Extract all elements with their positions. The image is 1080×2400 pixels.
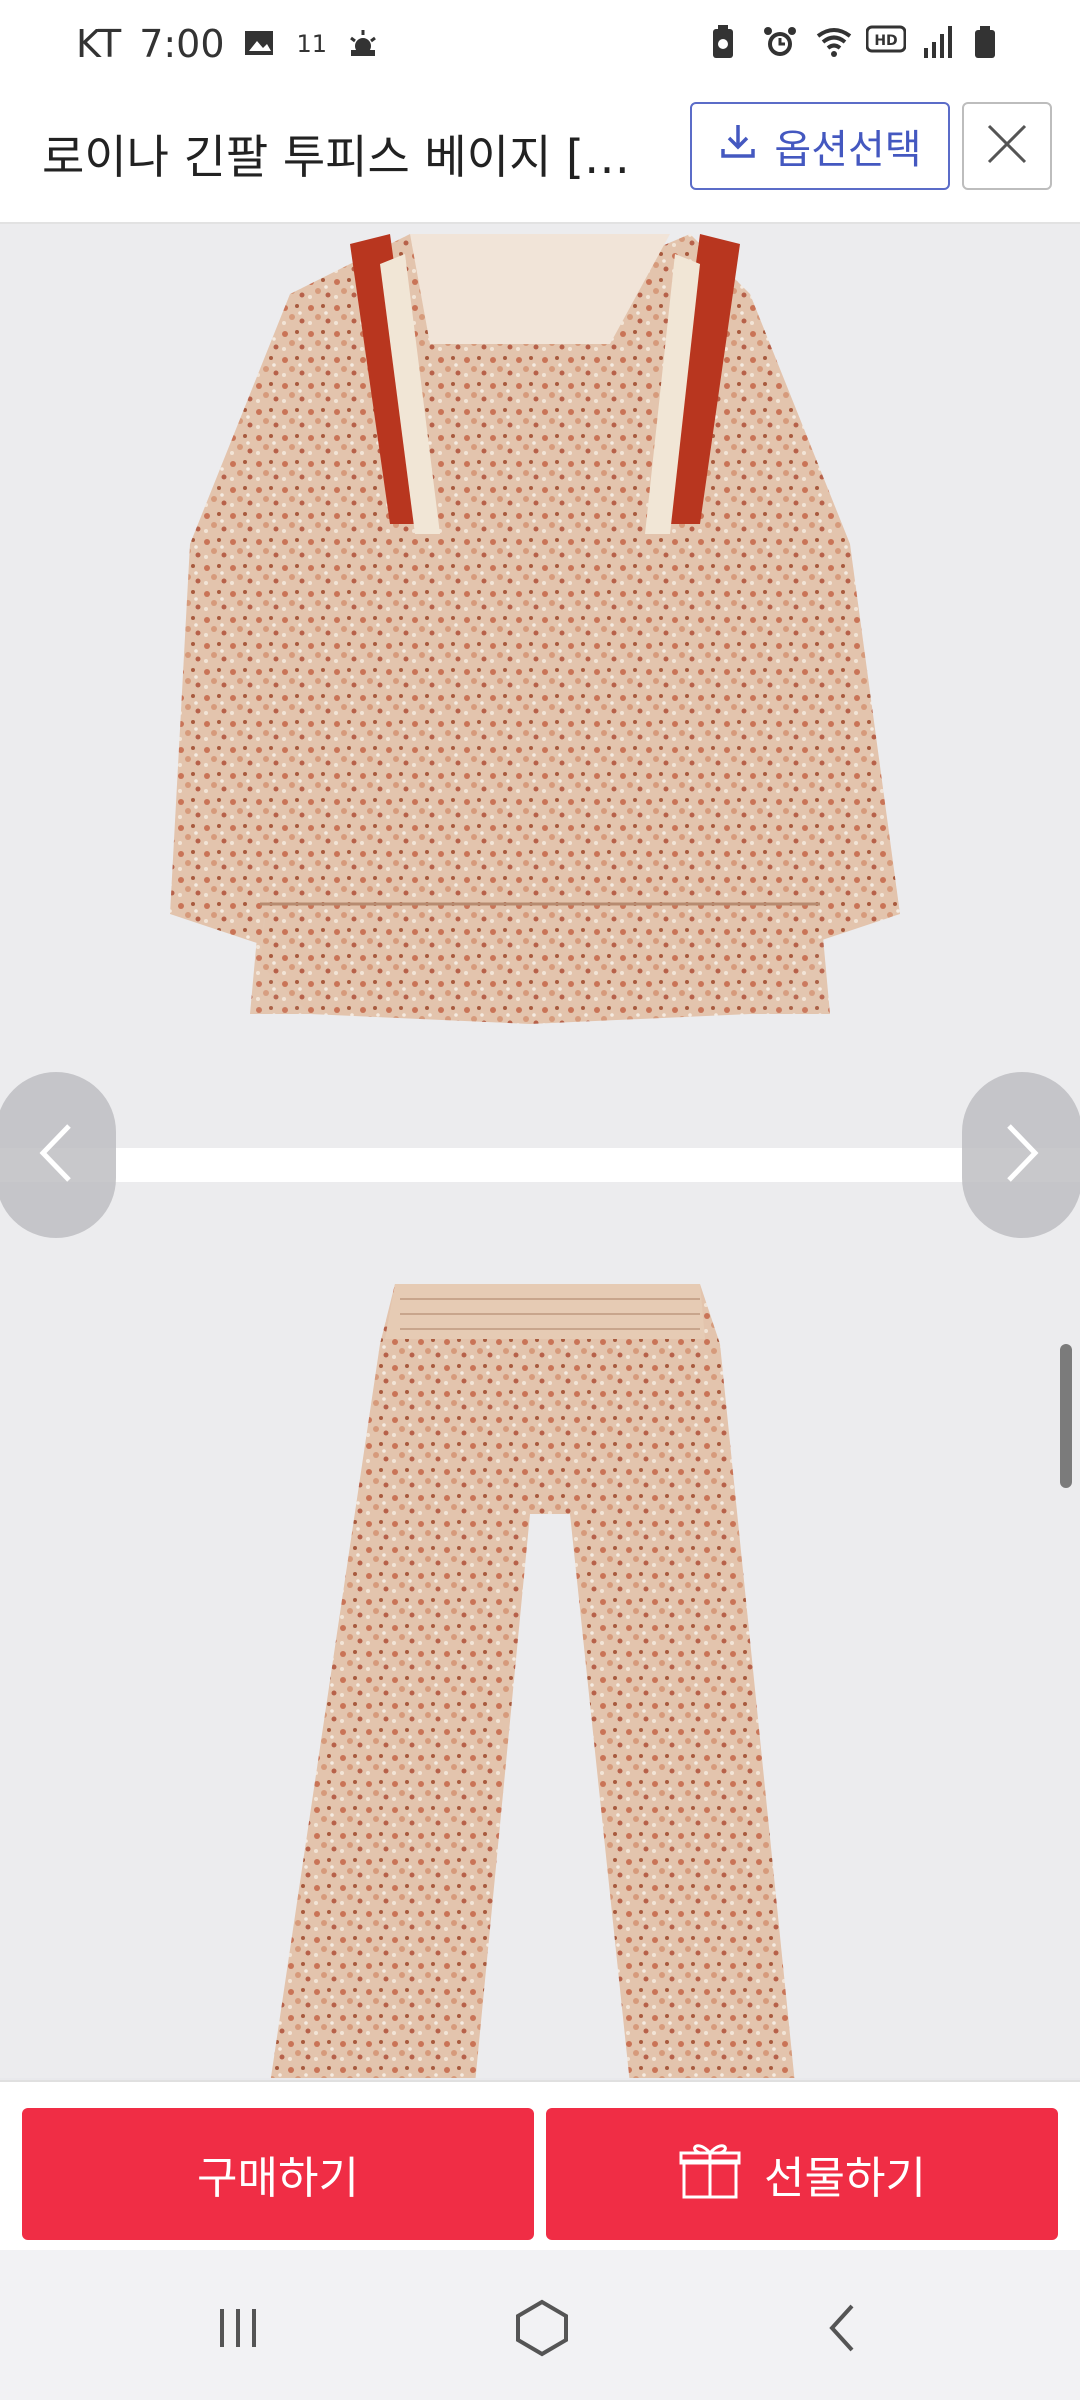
gift-label: 선물하기 bbox=[764, 2153, 926, 2204]
image-icon bbox=[243, 26, 279, 62]
battery-icon bbox=[974, 24, 1010, 60]
status-right: HD bbox=[710, 24, 1010, 60]
clock: 7:00 bbox=[139, 22, 225, 66]
purchase-bar: 구매하기 선물하기 bbox=[0, 2080, 1080, 2252]
carrier-label: KT bbox=[76, 22, 122, 66]
battery-saver-icon bbox=[710, 24, 746, 60]
recent-apps-button[interactable] bbox=[198, 2290, 278, 2370]
chevron-left-icon bbox=[31, 1118, 81, 1192]
weather-icon bbox=[345, 26, 381, 62]
status-left: KT 7:00 11 bbox=[76, 22, 381, 66]
chevron-right-icon bbox=[997, 1118, 1047, 1192]
buy-button[interactable]: 구매하기 bbox=[22, 2108, 534, 2240]
signal-icon bbox=[922, 24, 958, 60]
buy-label: 구매하기 bbox=[197, 2153, 359, 2204]
alarm-icon bbox=[762, 24, 798, 60]
blouse-image bbox=[170, 234, 900, 1024]
back-button[interactable] bbox=[802, 2290, 882, 2370]
product-image-gallery[interactable] bbox=[0, 224, 1080, 2078]
gift-icon bbox=[678, 2137, 742, 2212]
home-button[interactable] bbox=[502, 2290, 582, 2370]
option-select-button[interactable]: 옵션선택 bbox=[690, 102, 950, 190]
pants-image bbox=[270, 1284, 795, 2078]
hd-label: HD bbox=[874, 33, 897, 49]
status-bar: KT 7:00 11 HD bbox=[0, 0, 1080, 92]
next-image-button[interactable] bbox=[962, 1072, 1080, 1238]
close-icon bbox=[983, 120, 1031, 172]
back-icon bbox=[822, 2300, 862, 2360]
download-icon bbox=[718, 121, 758, 171]
image-separator bbox=[0, 1148, 1080, 1182]
close-button[interactable] bbox=[962, 102, 1052, 190]
prev-image-button[interactable] bbox=[0, 1072, 116, 1238]
product-title: 로이나 긴팔 투피스 베이지 [WTLL... bbox=[42, 130, 672, 184]
recent-apps-icon bbox=[216, 2303, 260, 2357]
wifi-icon bbox=[814, 24, 852, 60]
system-navigation-bar bbox=[0, 2250, 1080, 2400]
gift-button[interactable]: 선물하기 bbox=[546, 2108, 1058, 2240]
option-select-label: 옵션선택 bbox=[774, 127, 922, 173]
weather-badge: 11 bbox=[296, 30, 328, 58]
hd-icon: HD bbox=[865, 24, 907, 60]
product-header: 로이나 긴팔 투피스 베이지 [WTLL... 옵션선택 bbox=[0, 92, 1080, 224]
scrollbar[interactable] bbox=[1060, 1344, 1072, 1488]
home-icon bbox=[514, 2298, 570, 2362]
